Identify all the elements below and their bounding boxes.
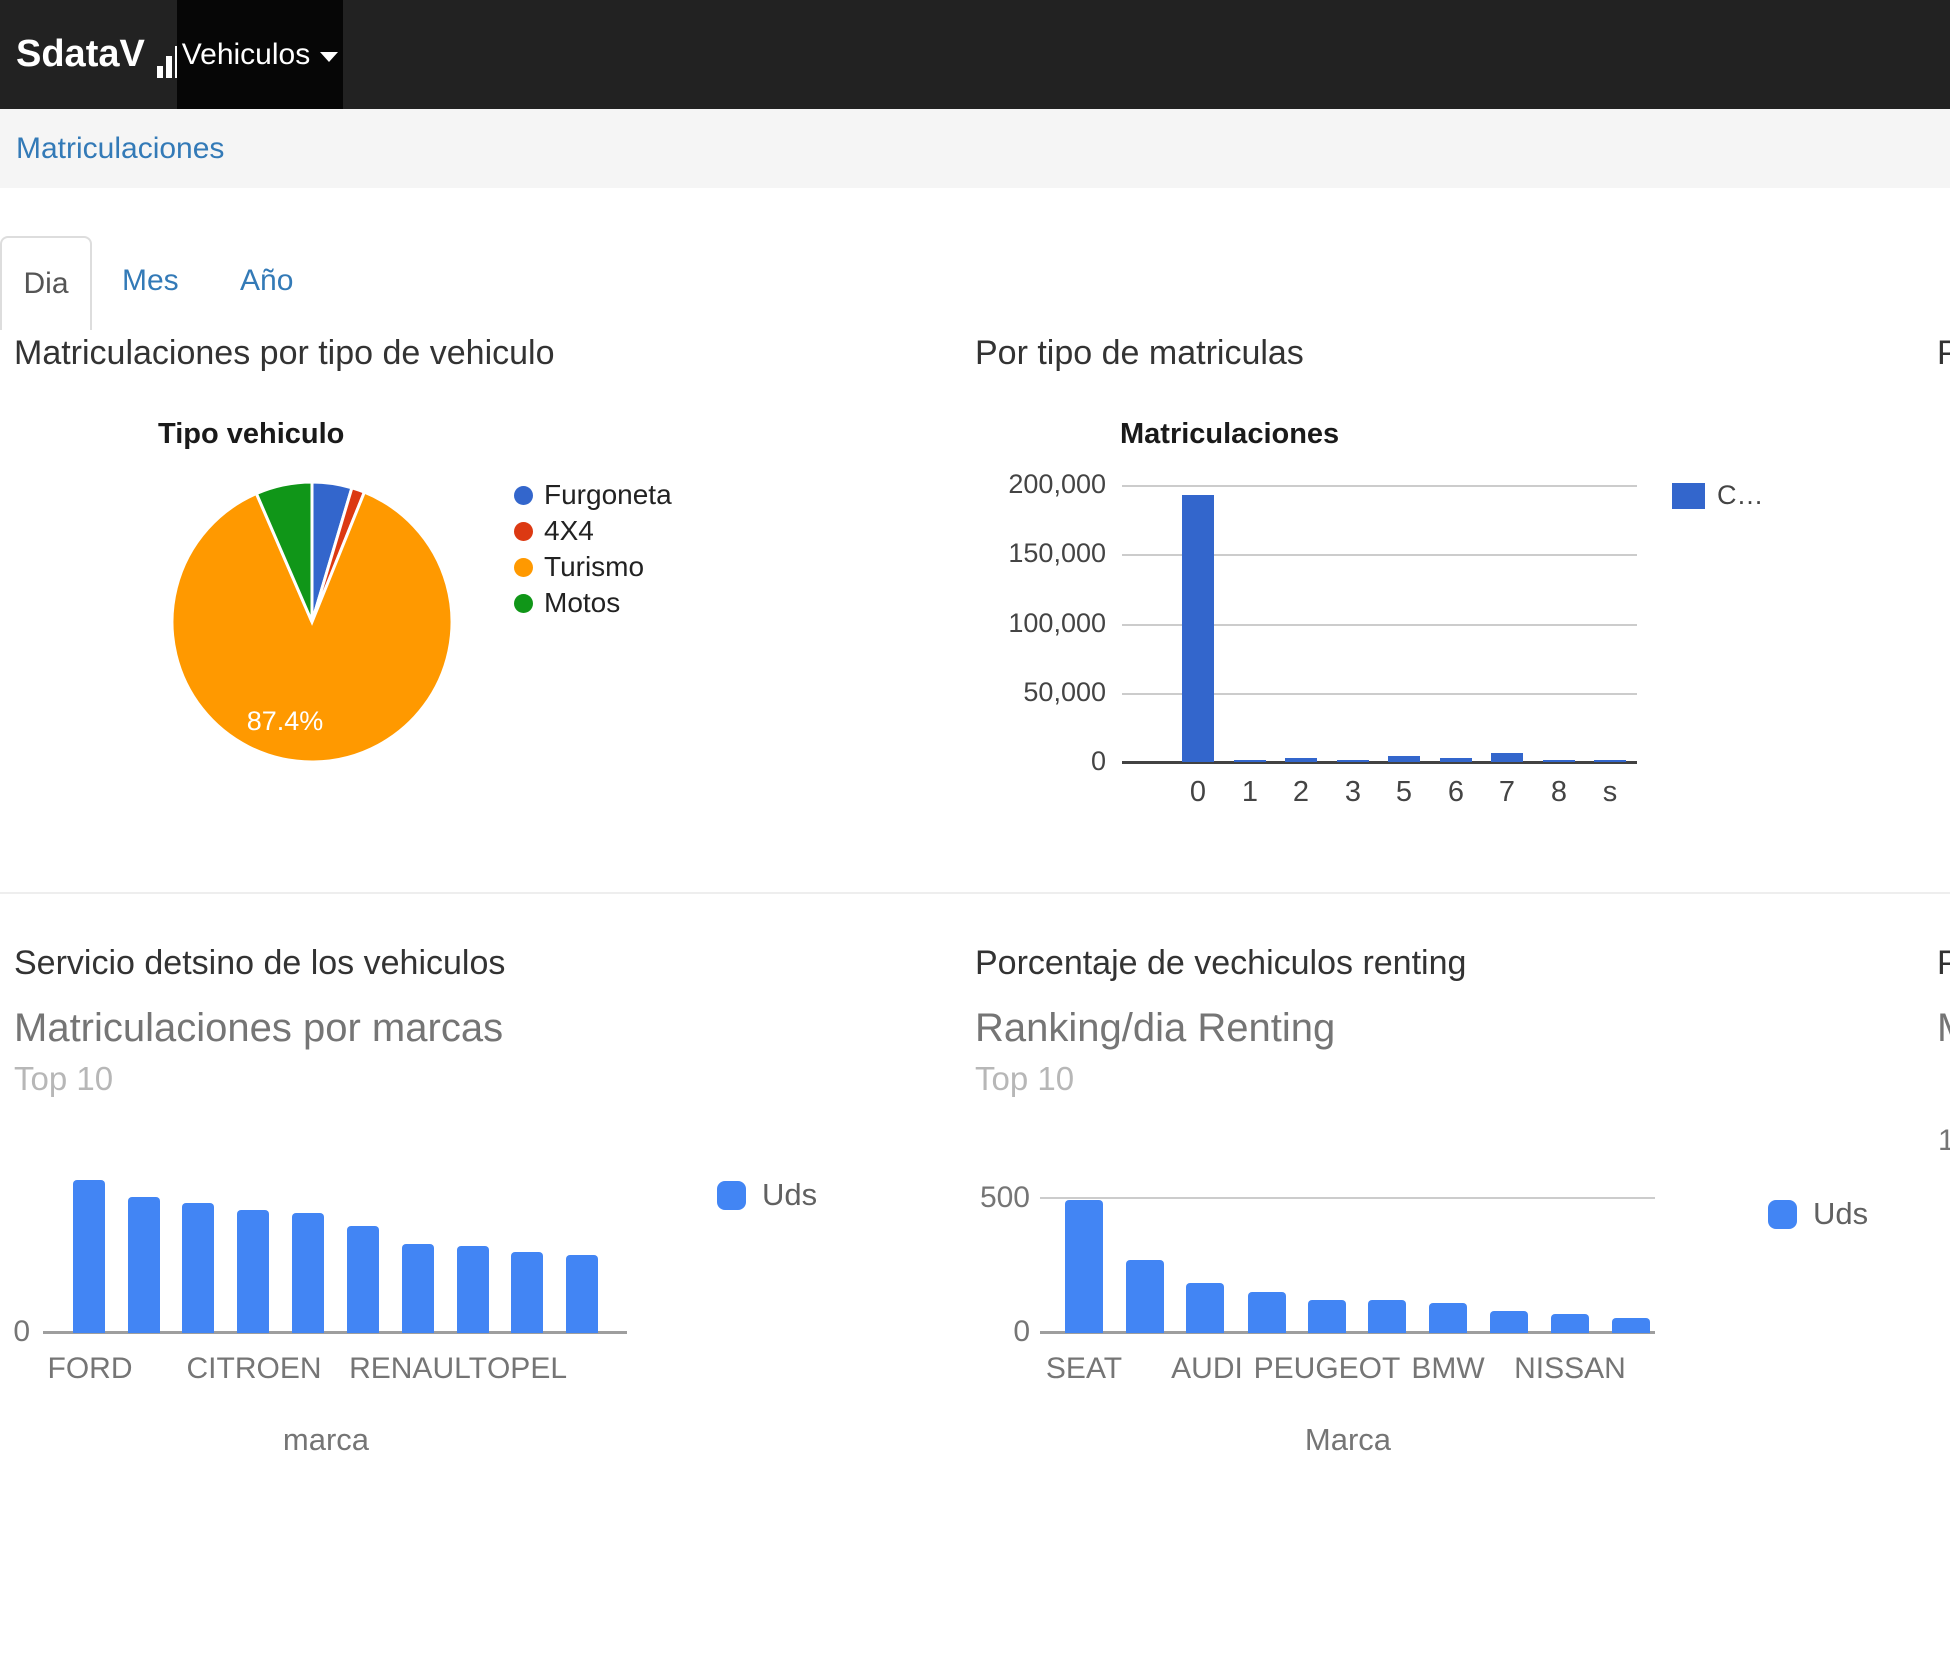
legend-dot-icon: [514, 558, 533, 577]
x-axis-label-s: s: [1550, 776, 1670, 809]
marcas-axis-title: marca: [206, 1422, 446, 1458]
renting-bar-3[interactable]: [1248, 1292, 1286, 1333]
renting-bar-4[interactable]: [1308, 1300, 1346, 1333]
caret-down-icon: [320, 52, 338, 62]
legend-label: Uds: [1813, 1196, 1868, 1232]
marcas-chart-subtitle: Top 10: [14, 1060, 113, 1098]
matriculas-legend[interactable]: C…: [1672, 480, 1764, 511]
renting-chart-subtitle: Top 10: [975, 1060, 1074, 1098]
pie-legend-item-Furgoneta[interactable]: Furgoneta: [514, 477, 672, 513]
section-title-servicio: Servicio detsino de los vehiculos: [14, 944, 505, 983]
section-title-clipped-right-2: P: [1937, 944, 1950, 983]
legend-swatch: [1672, 483, 1705, 509]
pie-data-label: 87.4%: [237, 706, 333, 737]
marcas-legend[interactable]: Uds: [717, 1177, 817, 1213]
renting-bar-9[interactable]: [1612, 1318, 1650, 1333]
renting-axis-title: Marca: [1228, 1422, 1468, 1458]
tab-mes[interactable]: Mes: [122, 264, 179, 298]
section-title-renting: Porcentaje de vechiculos renting: [975, 944, 1466, 983]
pie-legend-item-4X4[interactable]: 4X4: [514, 513, 672, 549]
y-axis-tick: 0: [910, 1315, 1030, 1349]
legend-label: C…: [1717, 480, 1764, 511]
renting-bar-2[interactable]: [1186, 1283, 1224, 1333]
legend-swatch: [1768, 1200, 1797, 1229]
renting-bar-8[interactable]: [1551, 1314, 1589, 1333]
matriculas-bar-1[interactable]: [1234, 760, 1266, 762]
brand-label: SdataV: [16, 33, 145, 76]
marcas-bar-8[interactable]: [511, 1252, 543, 1333]
renting-bar-6[interactable]: [1429, 1303, 1467, 1333]
y-axis-tick: 200,000: [956, 469, 1106, 500]
legend-label: Turismo: [544, 551, 644, 583]
renting-bar-7[interactable]: [1490, 1311, 1528, 1333]
legend-dot-icon: [514, 486, 533, 505]
matriculas-bar-8[interactable]: [1543, 760, 1575, 762]
renting-legend[interactable]: Uds: [1768, 1196, 1868, 1232]
marcas-bar-1[interactable]: [128, 1197, 160, 1333]
matriculas-bar-6[interactable]: [1440, 758, 1472, 762]
brand[interactable]: SdataV: [16, 0, 190, 109]
renting-chart-title: Ranking/dia Renting: [975, 1006, 1335, 1051]
legend-label: Uds: [762, 1177, 817, 1213]
tab-dia[interactable]: Dia: [0, 236, 92, 330]
marcas-bar-2[interactable]: [182, 1203, 214, 1333]
section-divider: [0, 892, 1950, 894]
matriculas-chart-title: Matriculaciones: [1120, 418, 1339, 451]
y-axis-tick: 0: [956, 746, 1106, 777]
section-title-tipo-matriculas: Por tipo de matriculas: [975, 334, 1304, 373]
legend-dot-icon: [514, 594, 533, 613]
marcas-chart-title: Matriculaciones por marcas: [14, 1006, 503, 1051]
section-title-clipped-right: P: [1937, 334, 1950, 373]
gridline: [1122, 485, 1637, 487]
y-axis-tick: 500: [910, 1181, 1030, 1215]
matriculas-bar-7[interactable]: [1491, 753, 1523, 762]
marcas-bar-4[interactable]: [292, 1213, 324, 1333]
legend-dot-icon: [514, 522, 533, 541]
matriculas-bar-s[interactable]: [1594, 760, 1626, 762]
legend-label: Motos: [544, 587, 620, 619]
breadcrumb: Matriculaciones: [0, 109, 1950, 188]
pie-legend-item-Motos[interactable]: Motos: [514, 585, 672, 621]
pie-legend: Furgoneta 4X4 Turismo Motos: [514, 477, 672, 621]
renting-bar-0[interactable]: [1065, 1200, 1103, 1333]
marcas-bar-9[interactable]: [566, 1255, 598, 1333]
nav-item-label: Vehiculos: [182, 38, 310, 72]
renting-bar-1[interactable]: [1126, 1260, 1164, 1333]
matriculas-bar-5[interactable]: [1388, 756, 1420, 762]
marcas-bar-7[interactable]: [457, 1246, 489, 1333]
matriculas-bar-3[interactable]: [1337, 760, 1369, 762]
page: SdataV Vehiculos Matriculaciones Dia Mes…: [0, 0, 1950, 1657]
tab-ano[interactable]: Año: [240, 264, 293, 298]
axis-tick-clipped-right: 1: [1938, 1124, 1950, 1158]
y-axis-tick: 100,000: [956, 608, 1106, 639]
x-axis-label-OPEL: OPEL: [417, 1352, 637, 1386]
renting-bar-5[interactable]: [1368, 1300, 1406, 1333]
legend-label: 4X4: [544, 515, 594, 547]
marcas-bar-0[interactable]: [73, 1180, 105, 1333]
legend-label: Furgoneta: [544, 479, 672, 511]
pie-chart-title: Tipo vehiculo: [158, 418, 344, 451]
y-axis-tick: 150,000: [956, 538, 1106, 569]
y-axis-tick: 50,000: [956, 677, 1106, 708]
legend-swatch: [717, 1181, 746, 1210]
matriculas-bar-0[interactable]: [1182, 495, 1214, 762]
y-axis-tick: 0: [0, 1315, 30, 1349]
nav-item-vehiculos[interactable]: Vehiculos: [177, 0, 343, 109]
marcas-bar-5[interactable]: [347, 1226, 379, 1333]
gridline: [1040, 1197, 1655, 1199]
pie-legend-item-Turismo[interactable]: Turismo: [514, 549, 672, 585]
navbar: SdataV Vehiculos: [0, 0, 1950, 109]
marcas-bar-3[interactable]: [237, 1210, 269, 1333]
breadcrumb-item-matriculaciones[interactable]: Matriculaciones: [16, 109, 224, 188]
section-title-tipo-vehiculo: Matriculaciones por tipo de vehiculo: [14, 334, 555, 373]
chart-title-clipped-right: M: [1937, 1006, 1950, 1051]
x-axis-label-NISSAN: NISSAN: [1460, 1352, 1680, 1386]
matriculas-bar-2[interactable]: [1285, 758, 1317, 762]
marcas-bar-6[interactable]: [402, 1244, 434, 1333]
